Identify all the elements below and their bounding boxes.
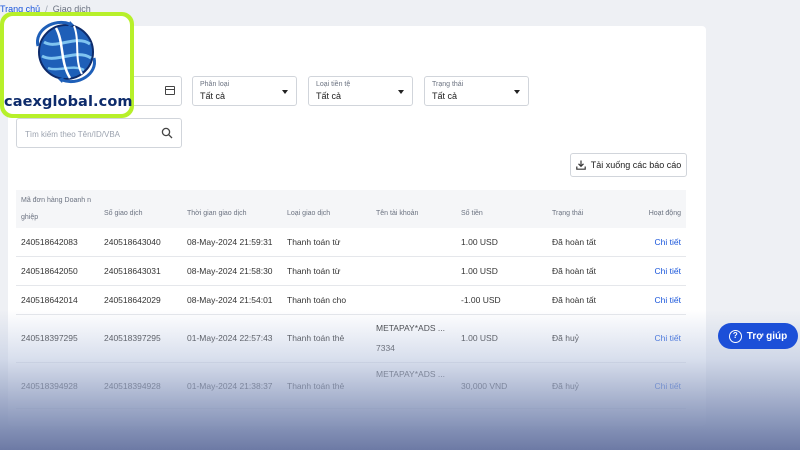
help-button[interactable]: ? Trợ giúp <box>718 323 798 349</box>
cell-amount: -1.00 USD <box>461 295 501 305</box>
cell-order-id: 240518642050 <box>21 266 78 276</box>
cell-type: Thanh toán thẻ <box>287 381 345 391</box>
header-action: Hoạt động <box>648 210 681 217</box>
category-filter-value: Tất cả <box>200 91 226 101</box>
cell-txn-id: 240518397295 <box>104 333 161 343</box>
cell-time: 08-May-2024 21:58:30 <box>187 266 273 276</box>
chevron-down-icon <box>282 90 288 94</box>
cell-order-id: 240518394928 <box>21 381 78 391</box>
header-status: Trạng thái <box>552 210 584 217</box>
question-circle-icon: ? <box>728 329 742 343</box>
currency-filter[interactable]: Loại tiền tệ Tất cả <box>308 76 413 106</box>
chevron-down-icon <box>398 90 404 94</box>
cell-type: Thanh toán từ <box>287 237 341 247</box>
logo-text: caexglobal.com <box>4 94 133 110</box>
table-row: 240518397295 240518397295 01-May-2024 22… <box>16 315 686 363</box>
header-txn-id: Số giao dịch <box>104 210 143 217</box>
table-header: Mã đơn hàng Doanh n ghiệp Số giao dịch T… <box>16 190 686 228</box>
cell-account-name: METAPAY*ADS ... <box>376 323 445 333</box>
cell-time: 01-May-2024 22:57:43 <box>187 333 273 343</box>
table-row: 240518394928 240518394928 01-May-2024 21… <box>16 363 686 409</box>
cell-amount: 30,000 VND <box>461 381 508 391</box>
cell-status: Đã huỷ <box>552 333 579 343</box>
currency-filter-label: Loại tiền tệ <box>316 81 351 88</box>
header-time: Thời gian giao dịch <box>187 210 247 217</box>
header-amount: Số tiền <box>461 210 483 217</box>
cell-txn-id: 240518642029 <box>104 295 161 305</box>
details-link[interactable]: Chi tiết <box>655 237 681 247</box>
table-row: 240518642014 240518642029 08-May-2024 21… <box>16 286 686 315</box>
chevron-down-icon <box>514 90 520 94</box>
details-link[interactable]: Chi tiết <box>655 295 681 305</box>
logo-panel: caexglobal.com <box>4 16 133 114</box>
cell-account-name: METAPAY*ADS ... <box>376 369 445 379</box>
cell-txn-id: 240518394928 <box>104 381 161 391</box>
download-reports-button[interactable]: Tải xuống các báo cáo <box>570 153 687 177</box>
table-row: 240518642050 240518643031 08-May-2024 21… <box>16 257 686 286</box>
header-order-id: Mã đơn hàng Doanh n ghiệp <box>21 197 91 221</box>
header-type: Loại giao dịch <box>287 210 331 217</box>
search-icon[interactable] <box>161 127 173 139</box>
cell-time: 08-May-2024 21:54:01 <box>187 295 273 305</box>
status-filter-label: Trạng thái <box>432 81 464 88</box>
details-link[interactable]: Chi tiết <box>655 381 681 391</box>
cell-amount: 1.00 USD <box>461 333 498 343</box>
download-reports-label: Tải xuống các báo cáo <box>590 160 682 170</box>
cell-order-id: 240518397295 <box>21 333 78 343</box>
cell-time: 01-May-2024 21:38:37 <box>187 381 273 391</box>
category-filter[interactable]: Phân loại Tất cả <box>192 76 297 106</box>
cell-order-id: 240518642083 <box>21 237 78 247</box>
cell-type: Thanh toán thẻ <box>287 333 345 343</box>
cell-status: Đã hoàn tất <box>552 237 596 247</box>
cell-status: Đã hoàn tất <box>552 266 596 276</box>
cell-status: Đã huỷ <box>552 381 579 391</box>
transactions-table: Mã đơn hàng Doanh n ghiệp Số giao dịch T… <box>16 190 686 409</box>
cell-order-id: 240518642014 <box>21 295 78 305</box>
header-account: Tên tài khoản <box>376 210 419 217</box>
status-filter[interactable]: Trạng thái Tất cả <box>424 76 529 106</box>
table-row: 240518642083 240518643040 08-May-2024 21… <box>16 228 686 257</box>
search-input[interactable] <box>25 126 155 142</box>
cell-type: Thanh toán cho <box>287 295 347 305</box>
search-box <box>16 118 182 148</box>
cell-time: 08-May-2024 21:59:31 <box>187 237 273 247</box>
cell-txn-id: 240518643031 <box>104 266 161 276</box>
cell-type: Thanh toán từ <box>287 266 341 276</box>
calendar-icon[interactable] <box>165 86 175 95</box>
cell-account-suffix: 7334 <box>376 343 395 353</box>
cell-status: Đã hoàn tất <box>552 295 596 305</box>
download-icon <box>575 160 586 170</box>
currency-filter-value: Tất cả <box>316 91 342 101</box>
cell-amount: 1.00 USD <box>461 237 498 247</box>
details-link[interactable]: Chi tiết <box>655 266 681 276</box>
help-label: Trợ giúp <box>746 330 788 342</box>
details-link[interactable]: Chi tiết <box>655 333 681 343</box>
cell-amount: 1.00 USD <box>461 266 498 276</box>
cell-txn-id: 240518643040 <box>104 237 161 247</box>
status-filter-value: Tất cả <box>432 91 458 101</box>
globe-icon <box>36 21 96 83</box>
caexglobal-logo: caexglobal.com <box>0 12 134 118</box>
category-filter-label: Phân loại <box>200 81 230 88</box>
